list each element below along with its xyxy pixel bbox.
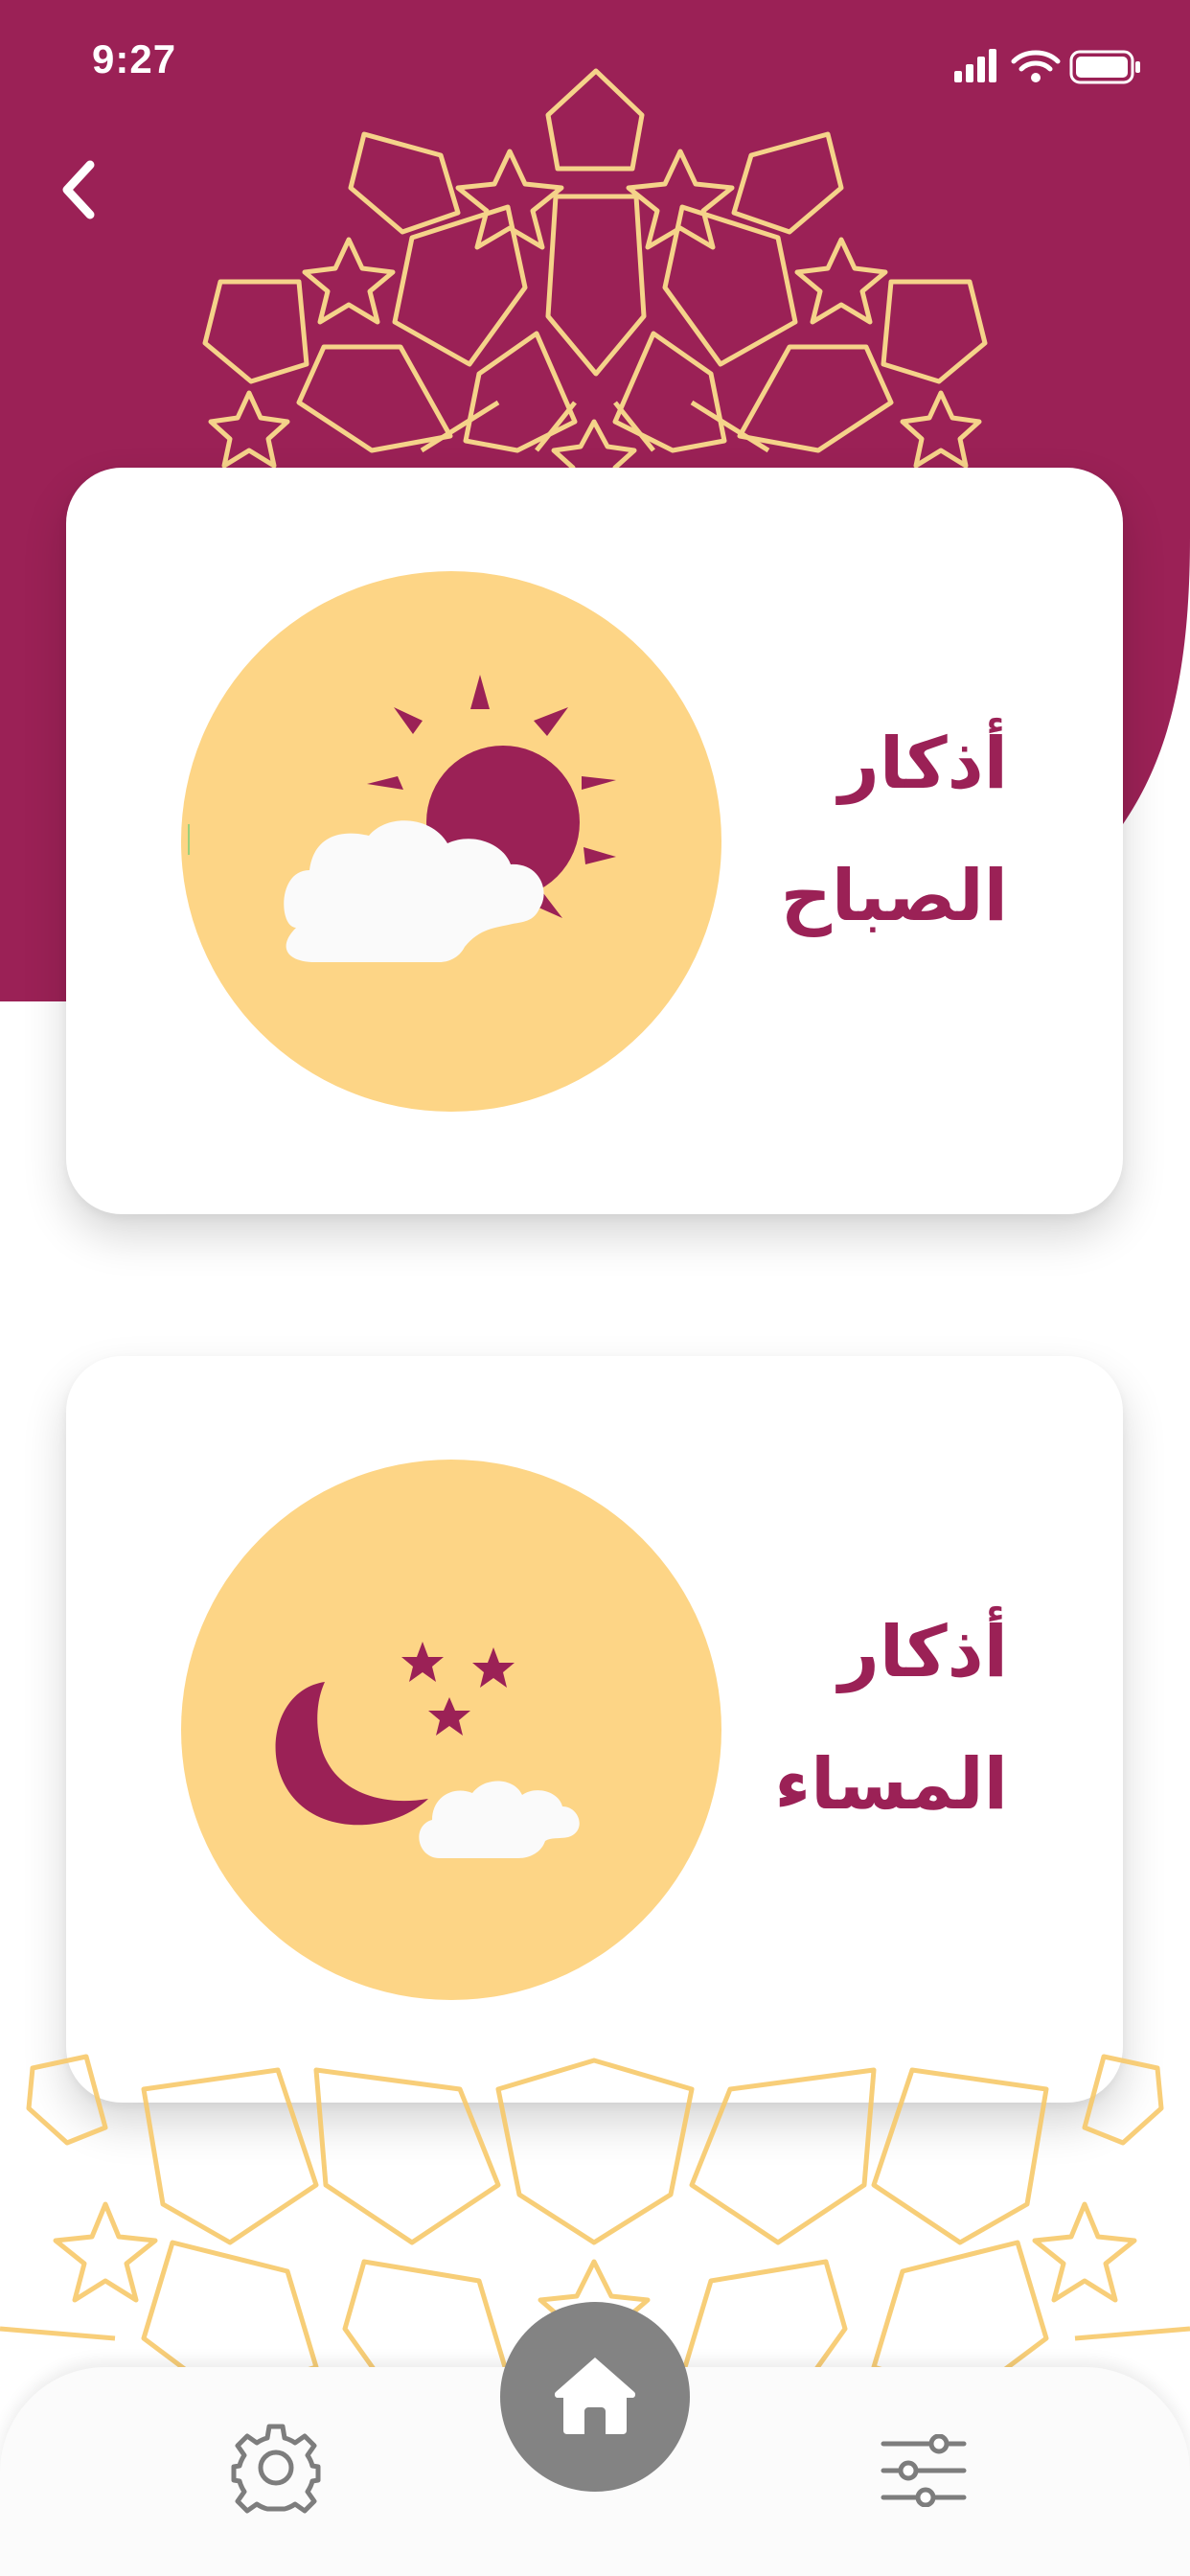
morning-illustration	[181, 571, 721, 1112]
back-button[interactable]	[52, 153, 109, 226]
home-indicator	[427, 2547, 763, 2559]
wifi-icon	[1011, 50, 1061, 72]
settings-nav-button[interactable]	[230, 2423, 322, 2515]
evening-title-line1: أذكار	[838, 1611, 1008, 1693]
evening-illustration	[181, 1460, 721, 2000]
filters-nav-button[interactable]	[880, 2434, 968, 2507]
gear-icon	[231, 2424, 321, 2514]
evening-title-line2: المساء	[774, 1743, 1008, 1826]
home-icon	[554, 2358, 636, 2434]
signal-icon	[954, 49, 996, 82]
battery-icon	[1069, 50, 1140, 84]
status-time: 9:27	[92, 36, 177, 81]
moon-stars-cloud-icon	[275, 1642, 580, 1858]
evening-card-title: أذكار المساء	[663, 1617, 1008, 1820]
status-icons	[954, 49, 1140, 84]
sliders-icon	[881, 2434, 967, 2507]
evening-adhkar-card[interactable]: أذكار المساء	[66, 1356, 1123, 2103]
morning-card-title: أذكار الصباح	[663, 728, 1008, 932]
home-button[interactable]	[500, 2302, 690, 2492]
chevron-left-icon	[62, 160, 95, 219]
morning-title-line2: الصباح	[780, 855, 1008, 937]
morning-title-line1: أذكار	[838, 723, 1008, 805]
sun-cloud-icon	[188, 675, 616, 962]
morning-adhkar-card[interactable]: أذكار الصباح	[66, 468, 1123, 1214]
